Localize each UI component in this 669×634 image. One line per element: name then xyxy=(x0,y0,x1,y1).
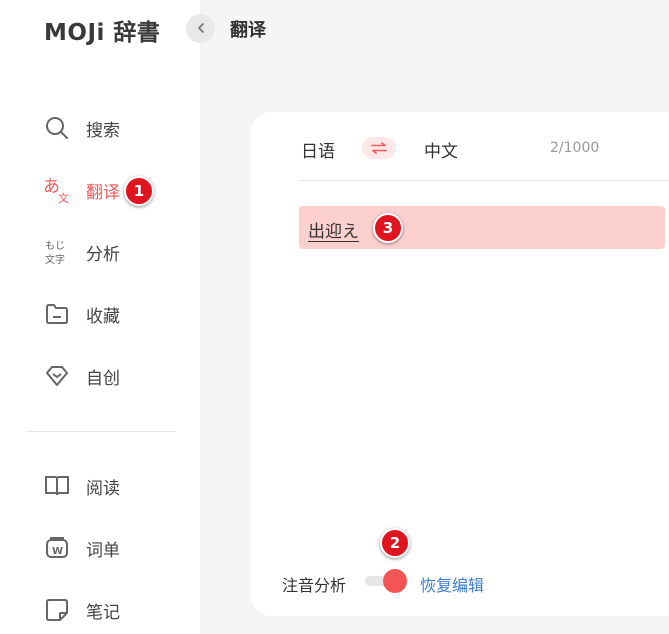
sidebar-item-wordlist[interactable]: W 词单 xyxy=(42,533,120,563)
sidebar-divider xyxy=(27,431,176,432)
sidebar-item-label: 搜索 xyxy=(86,120,120,141)
sidebar-item-label: 翻译 xyxy=(86,182,120,203)
app-logo: MOJi 辞書 xyxy=(44,20,161,46)
translate-panel xyxy=(251,112,669,616)
source-text-input[interactable]: 出迎え xyxy=(299,206,665,249)
character-count: 2/1000 xyxy=(550,140,600,156)
sidebar-item-search[interactable]: 搜索 xyxy=(42,113,120,143)
restore-edit-link[interactable]: 恢复编辑 xyxy=(420,572,484,596)
svg-text:もじ: もじ xyxy=(45,240,65,252)
translate-icon: あ文 xyxy=(42,175,72,205)
sidebar-item-label: 词单 xyxy=(86,540,120,561)
sidebar-item-favorites[interactable]: 收藏 xyxy=(42,299,120,329)
target-language-select[interactable]: 中文 xyxy=(424,137,458,162)
sidebar-item-notes[interactable]: 笔记 xyxy=(42,595,120,625)
diamond-icon xyxy=(42,361,72,391)
word-list-icon: W xyxy=(42,533,72,563)
sidebar-item-label: 自创 xyxy=(86,368,120,389)
sidebar-item-label: 收藏 xyxy=(86,306,120,327)
phonetic-analysis-toggle[interactable] xyxy=(365,569,409,593)
annotation-badge-2: 2 xyxy=(380,528,410,558)
source-language-select[interactable]: 日语 xyxy=(301,137,335,162)
sidebar-item-label: 分析 xyxy=(86,244,120,265)
chevron-left-icon xyxy=(195,19,207,38)
search-icon xyxy=(42,113,72,143)
toggle-knob xyxy=(383,569,407,593)
book-icon xyxy=(42,471,72,501)
swap-languages-button[interactable] xyxy=(362,137,396,159)
collapse-sidebar-button[interactable] xyxy=(186,14,215,43)
sidebar: MOJi 辞書 搜索 あ文 翻译 もじ 文字 分析 收藏 自创 阅读 W 词单 … xyxy=(0,0,200,634)
panel-divider xyxy=(299,180,669,181)
sidebar-item-translate[interactable]: あ文 翻译 xyxy=(42,175,120,205)
sidebar-item-label: 阅读 xyxy=(86,478,120,499)
svg-text:文字: 文字 xyxy=(45,253,65,266)
note-icon xyxy=(42,595,72,625)
svg-text:文: 文 xyxy=(58,191,69,205)
folder-icon xyxy=(42,299,72,329)
sidebar-item-reading[interactable]: 阅读 xyxy=(42,471,120,501)
source-text: 出迎え xyxy=(308,222,359,242)
phonetic-analysis-label: 注音分析 xyxy=(282,576,347,595)
sidebar-item-analysis[interactable]: もじ 文字 分析 xyxy=(42,237,120,267)
swap-icon xyxy=(371,139,387,158)
sidebar-item-custom[interactable]: 自创 xyxy=(42,361,120,391)
page-title: 翻译 xyxy=(230,20,266,41)
svg-text:W: W xyxy=(52,546,63,557)
annotation-badge-3: 3 xyxy=(373,213,403,243)
sidebar-item-label: 笔记 xyxy=(86,602,120,623)
annotation-badge-1: 1 xyxy=(124,176,154,206)
analysis-icon: もじ 文字 xyxy=(42,237,72,267)
